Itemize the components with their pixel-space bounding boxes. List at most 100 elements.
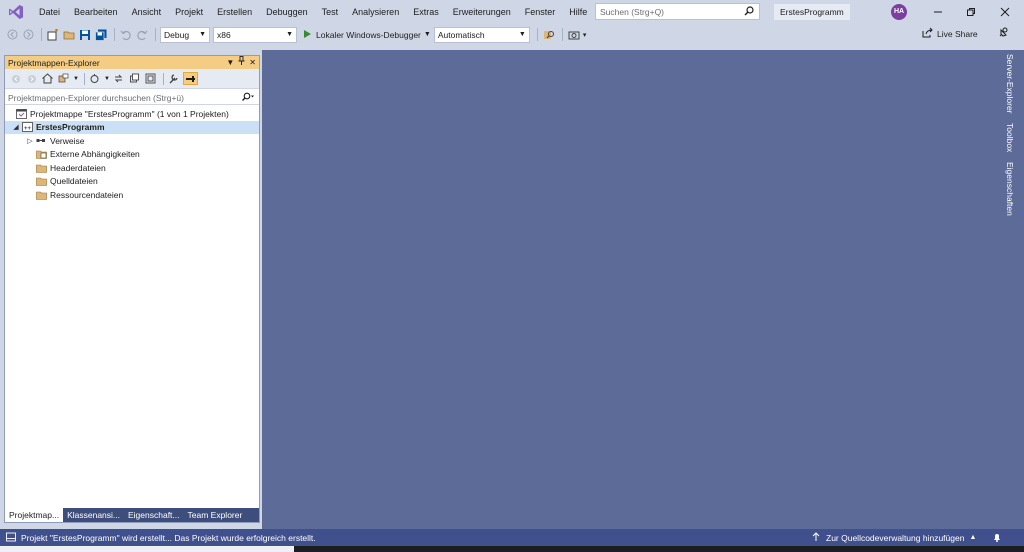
rail-tab-properties[interactable]: Eigenschaften (1005, 162, 1015, 216)
notifications-bell-icon[interactable] (992, 532, 1002, 544)
collapsed-arrow-icon[interactable]: ▷ (25, 137, 35, 145)
pending-changes-filter-icon[interactable] (88, 72, 101, 85)
configuration-value: Debug (164, 29, 190, 40)
header-files-label: Headerdateien (50, 162, 106, 173)
tab-class-view[interactable]: Klassenansi... (63, 508, 124, 522)
solution-explorer-search-input[interactable]: Projektmappen-Explorer durchsuchen (Strg… (5, 91, 259, 105)
start-debugging-button[interactable]: Lokaler Windows-Debugger ▼ (303, 29, 431, 41)
save-icon[interactable] (78, 28, 92, 42)
open-file-icon[interactable] (62, 28, 76, 42)
status-message: Projekt "ErstesProgramm" wird erstellt..… (21, 532, 316, 543)
solution-icon (15, 108, 27, 119)
save-all-icon[interactable] (94, 28, 108, 42)
switch-views-icon[interactable] (57, 72, 70, 85)
menu-project[interactable]: Projekt (168, 0, 210, 24)
solution-name-badge: ErstesProgramm (774, 4, 850, 20)
live-share-icon (922, 27, 933, 40)
toolbar-separator (561, 28, 563, 41)
add-to-source-control-button[interactable]: Zur Quellcodeverwaltung hinzufügen (826, 533, 964, 543)
undo-icon[interactable] (119, 28, 133, 42)
menu-extensions[interactable]: Erweiterungen (446, 0, 518, 24)
refresh-icon[interactable] (128, 72, 141, 85)
chevron-down-icon[interactable]: ▼ (73, 76, 79, 82)
references-label: Verweise (50, 135, 85, 146)
redo-icon[interactable] (135, 28, 149, 42)
rail-tab-server-explorer[interactable]: Server-Explorer (1005, 54, 1015, 114)
cpp-project-icon: ++ (21, 122, 33, 133)
tab-properties[interactable]: Eigenschaft... (124, 508, 184, 522)
tab-solution-explorer[interactable]: Projektmap... (5, 508, 64, 522)
menu-bar: Datei Bearbeiten Ansicht Projekt Erstell… (32, 0, 594, 24)
menu-build[interactable]: Erstellen (210, 0, 259, 24)
properties-wrench-icon[interactable] (167, 72, 180, 85)
menu-edit[interactable]: Bearbeiten (67, 0, 125, 24)
user-avatar[interactable]: HA (891, 4, 907, 20)
solution-explorer-panel: Projektmappen-Explorer ▼ ✕ ▼ ▼ Projektma… (4, 55, 260, 523)
explorer-search-placeholder: Projektmappen-Explorer durchsuchen (Strg… (8, 92, 184, 103)
taskbar-active-item (0, 546, 294, 552)
expanded-arrow-icon[interactable]: ◢ (11, 123, 21, 131)
solution-explorer-toolbar: ▼ ▼ (5, 69, 259, 89)
forward-icon[interactable] (25, 72, 38, 85)
rail-tab-toolbox[interactable]: Toolbox (1005, 123, 1015, 152)
menu-tools[interactable]: Extras (406, 0, 446, 24)
new-project-icon[interactable] (46, 28, 60, 42)
toolbar-separator (114, 28, 115, 41)
standard-toolbar: Debug ▼ x86 ▼ Lokaler Windows-Debugger ▼… (0, 24, 1024, 45)
preview-selected-items-icon[interactable] (182, 72, 198, 85)
menu-analyze[interactable]: Analysieren (345, 0, 406, 24)
live-share-button[interactable]: Live Share (922, 27, 978, 40)
menu-file[interactable]: Datei (32, 0, 67, 24)
tree-item-source-files[interactable]: Quelldateien (5, 175, 259, 189)
navigate-back-icon[interactable] (5, 28, 19, 42)
menu-window[interactable]: Fenster (518, 0, 563, 24)
restore-icon[interactable] (963, 4, 979, 20)
tab-team-explorer[interactable]: Team Explorer (184, 508, 247, 522)
find-in-files-icon[interactable] (542, 28, 556, 42)
toolbar-overflow-icon[interactable]: ▾ (583, 31, 587, 39)
collapse-all-icon[interactable] (144, 72, 157, 85)
source-files-label: Quelldateien (50, 176, 98, 187)
project-label: ErstesProgramm (36, 122, 105, 133)
chevron-up-icon[interactable]: ▲ (969, 534, 976, 541)
toolbar-separator (536, 28, 538, 41)
solution-tree: Projektmappe "ErstesProgramm" (1 von 1 P… (5, 105, 259, 202)
search-icon (744, 6, 754, 18)
solution-explorer-header: Projektmappen-Explorer ▼ ✕ (5, 56, 259, 69)
platform-dropdown[interactable]: x86 ▼ (213, 26, 297, 43)
home-icon[interactable] (41, 72, 54, 85)
tree-item-references[interactable]: ▷ Verweise (5, 134, 259, 148)
tree-item-header-files[interactable]: Headerdateien (5, 161, 259, 175)
title-bar: Datei Bearbeiten Ansicht Projekt Erstell… (0, 0, 1024, 24)
tree-item-external-dependencies[interactable]: Externe Abhängigkeiten (5, 148, 259, 162)
feedback-icon[interactable] (997, 27, 1009, 41)
tree-item-project[interactable]: ◢ ++ ErstesProgramm (5, 120, 259, 134)
close-icon[interactable] (997, 4, 1013, 20)
chevron-down-icon: ▼ (286, 30, 293, 38)
output-window-icon[interactable] (6, 532, 16, 544)
window-position-dropdown-icon[interactable]: ▼ (226, 56, 234, 69)
chevron-down-icon: ▼ (423, 31, 431, 38)
configuration-dropdown[interactable]: Debug ▼ (160, 26, 210, 43)
run-mode-dropdown[interactable]: Automatisch ▼ (433, 26, 530, 43)
menu-view[interactable]: Ansicht (125, 0, 169, 24)
screenshot-icon[interactable] (567, 28, 581, 42)
menu-help[interactable]: Hilfe (562, 0, 594, 24)
navigate-forward-icon[interactable] (21, 28, 35, 42)
chevron-down-icon[interactable]: ▼ (104, 76, 110, 82)
sync-with-document-icon[interactable] (112, 72, 125, 85)
menu-test[interactable]: Test (315, 0, 346, 24)
back-icon[interactable] (9, 72, 22, 85)
external-dependencies-icon (35, 149, 47, 160)
solution-label: Projektmappe "ErstesProgramm" (1 von 1 P… (30, 108, 229, 119)
global-search-input[interactable]: Suchen (Strg+Q) (595, 3, 760, 20)
platform-value: x86 (217, 29, 231, 40)
minimize-icon[interactable] (930, 4, 946, 20)
pin-icon[interactable] (238, 56, 245, 69)
close-panel-icon[interactable]: ✕ (249, 56, 256, 69)
tree-item-solution[interactable]: Projektmappe "ErstesProgramm" (1 von 1 P… (5, 107, 259, 121)
toolbar-separator (83, 72, 85, 85)
menu-debug[interactable]: Debuggen (259, 0, 315, 24)
tree-item-resource-files[interactable]: Ressourcendateien (5, 188, 259, 202)
references-icon (35, 135, 47, 146)
